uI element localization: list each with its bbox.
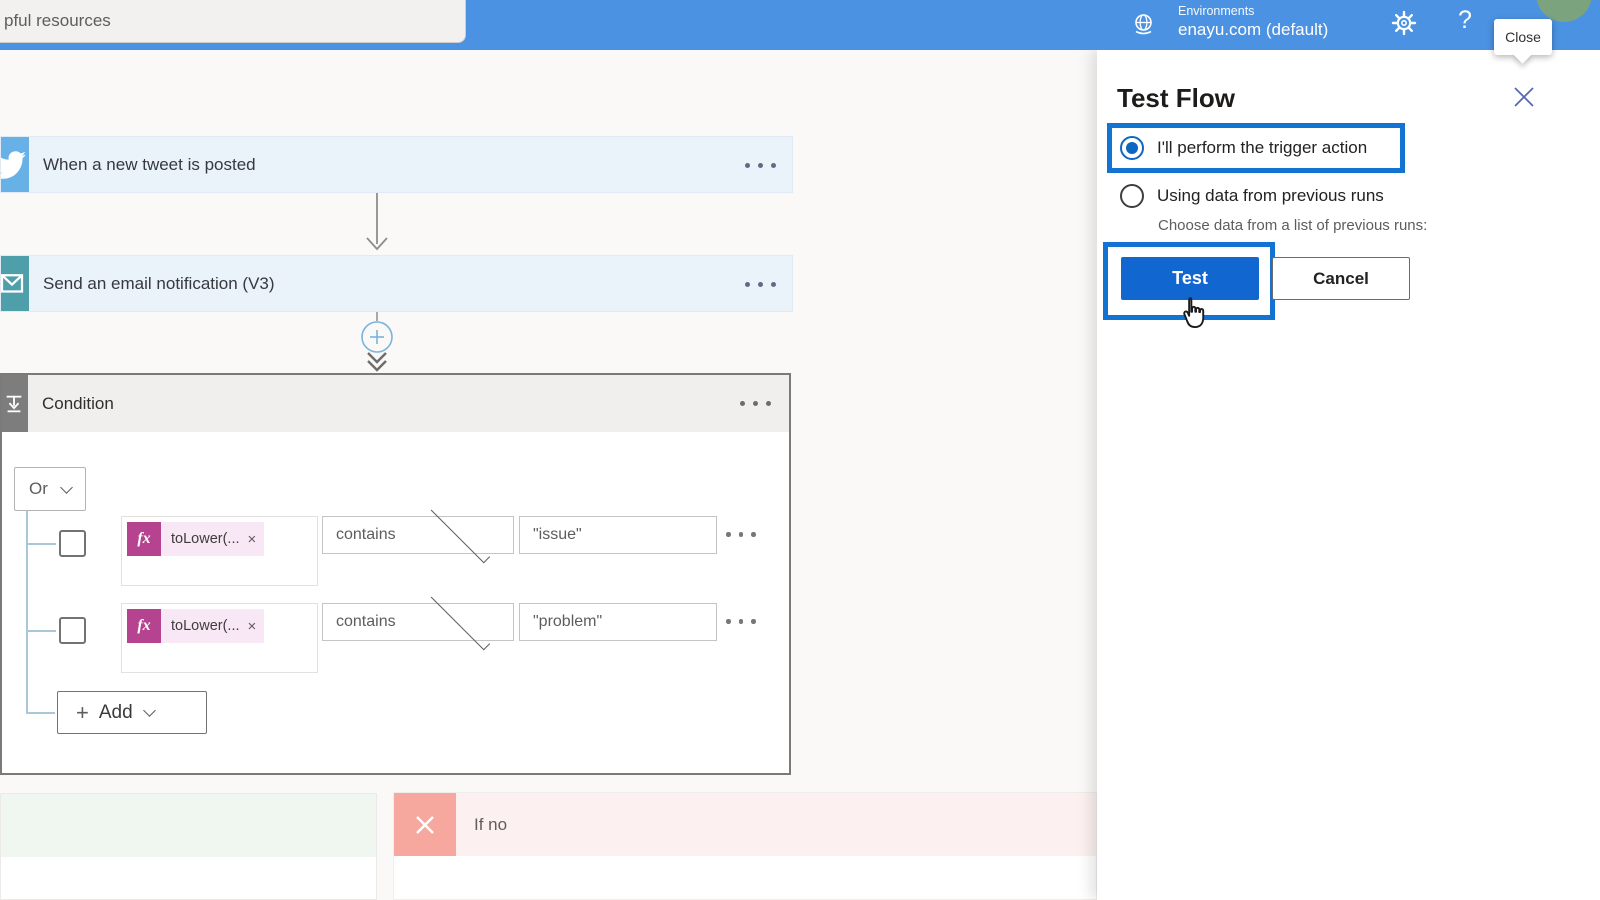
email-icon <box>1 256 29 311</box>
plus-icon: + <box>76 699 89 725</box>
close-tooltip-label: Close <box>1505 29 1541 45</box>
hand-cursor-icon <box>1183 297 1205 328</box>
test-button-label: Test <box>1172 268 1208 288</box>
if-no-title: If no <box>474 814 508 834</box>
condition-expression-field[interactable]: fx toLower(... × <box>121 516 318 586</box>
trigger-more-menu[interactable] <box>745 163 776 168</box>
previous-runs-option[interactable]: Using data from previous runs <box>1120 184 1384 208</box>
environment-name: enayu.com (default) <box>1178 20 1329 39</box>
environment-switcher[interactable]: Environments enayu.com (default) <box>1178 4 1328 41</box>
condition-operator-select-value: contains <box>336 526 396 543</box>
help-icon[interactable]: ? <box>1458 6 1472 35</box>
chevron-down-icon <box>142 704 156 717</box>
environments-label: Environments <box>1178 4 1255 18</box>
condition-row-checkbox[interactable] <box>59 530 86 557</box>
condition-value-field[interactable]: "problem" <box>519 603 717 641</box>
test-flow-panel: Test Flow I'll perform the trigger actio… <box>1097 50 1600 900</box>
condition-title: Condition <box>42 393 114 413</box>
resources-callout-label: pful resources <box>4 11 111 30</box>
condition-operator-value: Or <box>29 479 48 498</box>
condition-value-field[interactable]: "issue" <box>519 516 717 554</box>
cancel-button[interactable]: Cancel <box>1272 257 1410 300</box>
condition-operator-select[interactable]: contains <box>322 590 514 650</box>
condition-header[interactable]: Condition <box>2 375 789 432</box>
close-tooltip: Close <box>1494 19 1552 64</box>
trigger-title: When a new tweet is posted <box>43 154 256 174</box>
cancel-button-label: Cancel <box>1313 268 1369 288</box>
if-no-branch-card[interactable]: If no <box>393 792 1097 900</box>
panel-close-icon[interactable] <box>1510 83 1538 111</box>
radio-previous-runs-label: Using data from previous runs <box>1157 186 1384 205</box>
condition-operator-dropdown[interactable]: Or <box>14 467 86 511</box>
trigger-option-highlight: I'll perform the trigger action <box>1107 123 1405 173</box>
remove-expression-icon[interactable]: × <box>248 618 257 635</box>
add-button-label: Add <box>98 701 133 723</box>
radio-perform-trigger-label: I'll perform the trigger action <box>1157 138 1368 157</box>
action-title: Send an email notification (V3) <box>43 273 275 293</box>
condition-row-more-menu[interactable] <box>726 532 756 537</box>
action-more-menu[interactable] <box>745 282 776 287</box>
condition-more-menu[interactable] <box>740 401 771 406</box>
condition-tree-stub-3 <box>26 712 55 714</box>
radio-perform-trigger[interactable] <box>1120 136 1144 160</box>
trigger-card[interactable]: When a new tweet is posted <box>0 136 793 193</box>
if-yes-branch-card[interactable] <box>0 793 377 900</box>
condition-row-more-menu[interactable] <box>726 619 756 624</box>
condition-operator-select[interactable]: contains <box>322 503 514 563</box>
power-automate-designer: Environments enayu.com (default) ? pful … <box>0 0 1600 900</box>
condition-value-text: "issue" <box>533 526 582 543</box>
condition-tree-stub-2 <box>26 630 56 632</box>
flow-connector-arrows <box>361 193 393 372</box>
settings-gear-icon[interactable] <box>1390 9 1418 37</box>
condition-expression-field[interactable]: fx toLower(... × <box>121 603 318 673</box>
action-card[interactable]: Send an email notification (V3) <box>0 255 793 312</box>
condition-operator-select-value: contains <box>336 613 396 630</box>
expression-token[interactable]: fx toLower(... × <box>127 609 265 643</box>
environments-globe-icon <box>1135 14 1152 35</box>
resources-callout[interactable]: pful resources <box>0 0 466 43</box>
fx-function-icon: fx <box>127 609 161 643</box>
condition-row-checkbox[interactable] <box>59 617 86 644</box>
panel-title: Test Flow <box>1117 83 1235 113</box>
expression-token[interactable]: fx toLower(... × <box>127 522 265 556</box>
chevron-down-icon <box>60 480 73 494</box>
if-yes-header <box>1 794 376 857</box>
expression-text: toLower(... <box>171 531 240 547</box>
add-condition-button[interactable]: + Add <box>57 691 207 734</box>
condition-tree-stub-1 <box>26 543 56 545</box>
if-no-x-icon <box>394 793 456 856</box>
remove-expression-icon[interactable]: × <box>248 531 257 548</box>
previous-runs-caption: Choose data from a list of previous runs… <box>1158 217 1428 234</box>
fx-function-icon: fx <box>127 522 161 556</box>
condition-icon <box>2 375 28 432</box>
twitter-icon <box>1 137 29 192</box>
condition-tree-line <box>26 511 28 713</box>
radio-previous-runs[interactable] <box>1120 184 1144 208</box>
expression-text: toLower(... <box>171 618 240 634</box>
condition-value-text: "problem" <box>533 613 603 630</box>
if-no-header: If no <box>394 793 1096 856</box>
